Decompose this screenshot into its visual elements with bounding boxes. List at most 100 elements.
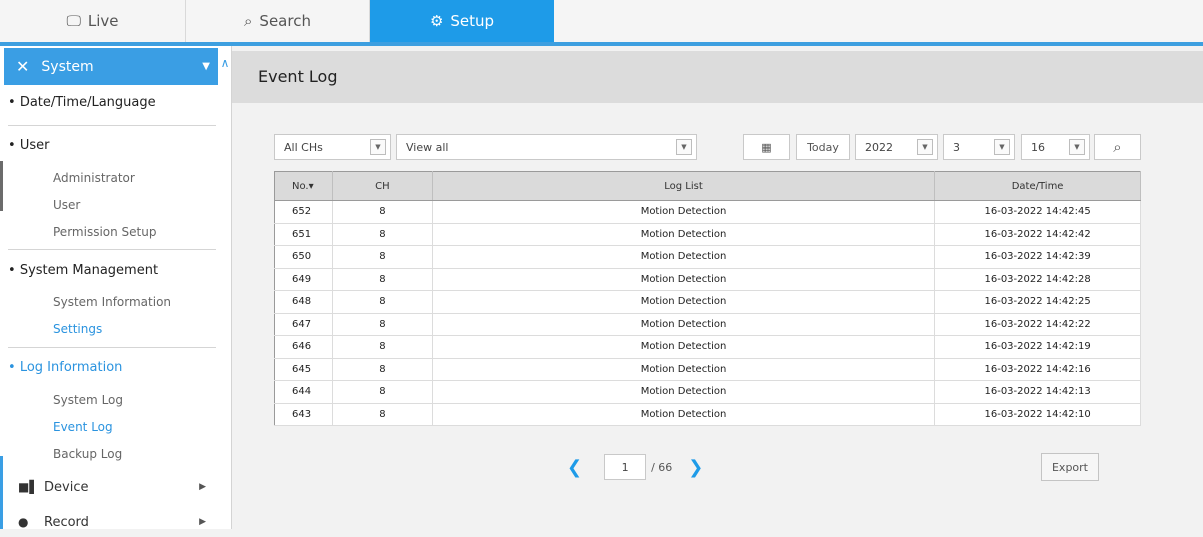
cell-datetime: 16-03-2022 14:42:28: [934, 268, 1141, 291]
cell-ch: 8: [332, 268, 433, 291]
section-date-time-language[interactable]: • Date/Time/Language: [8, 95, 156, 110]
table-row[interactable]: 651 8 Motion Detection 16-03-2022 14:42:42: [274, 223, 1141, 246]
cell-log: Motion Detection: [432, 200, 936, 224]
cell-log: Motion Detection: [432, 223, 936, 246]
divider: [8, 249, 216, 250]
table-row[interactable]: 650 8 Motion Detection 16-03-2022 14:42:39: [274, 245, 1141, 269]
cell-no: 647: [274, 313, 333, 336]
search-icon: ⌕: [1113, 138, 1122, 156]
table-row[interactable]: 647 8 Motion Detection 16-03-2022 14:42:22: [274, 313, 1141, 336]
sidebar-item-system-information[interactable]: System Information: [53, 295, 171, 309]
top-navigation: 🖵︎ Live ⌕ Search ⚙ Setup: [0, 0, 1203, 46]
month-select[interactable]: 3 ▼: [943, 134, 1015, 160]
cell-no: 644: [274, 380, 333, 404]
tools-icon: ✕: [16, 57, 30, 76]
cell-no: 649: [274, 268, 333, 291]
view-select[interactable]: View all ▼: [396, 134, 697, 160]
cell-no: 652: [274, 200, 333, 224]
column-header-date-time: Date/Time: [934, 171, 1141, 201]
section-label: Date/Time/Language: [19, 95, 156, 110]
sidebar-category-record[interactable]: ● Record ▶: [0, 507, 232, 537]
divider: [8, 125, 216, 126]
cell-ch: 8: [332, 200, 433, 224]
cell-datetime: 16-03-2022 14:42:42: [934, 223, 1141, 246]
cell-log: Motion Detection: [432, 245, 936, 269]
calendar-button[interactable]: ▦: [743, 134, 790, 160]
year-select[interactable]: 2022 ▼: [855, 134, 938, 160]
search-button[interactable]: ⌕: [1094, 134, 1141, 160]
gear-icon: ⚙: [429, 12, 444, 30]
sidebar-item-administrator[interactable]: Administrator: [53, 171, 135, 185]
cell-no: 646: [274, 335, 333, 359]
main-panel: Event Log All CHs ▼ View all ▼ ▦ Today 2…: [232, 46, 1203, 529]
table-row[interactable]: 644 8 Motion Detection 16-03-2022 14:42:13: [274, 380, 1141, 404]
day-select[interactable]: 16 ▼: [1021, 134, 1090, 160]
table-row[interactable]: 645 8 Motion Detection 16-03-2022 14:42:16: [274, 358, 1141, 381]
category-label: Device: [44, 479, 89, 495]
channel-select[interactable]: All CHs ▼: [274, 134, 391, 160]
cell-log: Motion Detection: [432, 403, 936, 426]
chevron-down-icon[interactable]: ▼: [917, 139, 933, 155]
divider: [8, 347, 216, 348]
tab-search[interactable]: ⌕ Search: [186, 0, 370, 42]
cell-ch: 8: [332, 223, 433, 246]
section-user[interactable]: • User: [8, 138, 49, 153]
sidebar-item-user[interactable]: User: [53, 198, 80, 212]
cell-datetime: 16-03-2022 14:42:45: [934, 200, 1141, 224]
section-system-management[interactable]: • System Management: [8, 263, 158, 278]
section-log-information[interactable]: • Log Information: [8, 360, 122, 375]
tab-search-label: Search: [259, 12, 311, 30]
cell-no: 643: [274, 403, 333, 426]
chevron-down-icon[interactable]: ▼: [994, 139, 1010, 155]
today-button-label: Today: [807, 140, 839, 154]
device-icon: ■▌: [18, 480, 39, 494]
cell-ch: 8: [332, 245, 433, 269]
channel-select-value: All CHs: [284, 140, 323, 154]
tab-live[interactable]: 🖵︎ Live: [0, 0, 186, 42]
page-title-bar: Event Log: [232, 51, 1203, 103]
table-row[interactable]: 649 8 Motion Detection 16-03-2022 14:42:28: [274, 268, 1141, 291]
cell-log: Motion Detection: [432, 313, 936, 336]
chevron-down-icon[interactable]: ▼: [676, 139, 692, 155]
table-row[interactable]: 652 8 Motion Detection 16-03-2022 14:42:45: [274, 200, 1141, 224]
tab-setup-label: Setup: [450, 12, 495, 30]
cell-log: Motion Detection: [432, 290, 936, 314]
column-header-no[interactable]: No.▾: [274, 171, 333, 201]
tab-setup[interactable]: ⚙ Setup: [370, 0, 554, 42]
search-icon: ⌕: [244, 12, 253, 30]
sidebar-category-device[interactable]: ■▌ Device ▶: [0, 472, 232, 502]
day-select-value: 16: [1031, 140, 1045, 154]
monitor-icon: 🖵︎: [66, 12, 81, 30]
column-header-log-list: Log List: [432, 171, 936, 201]
chevron-right-icon[interactable]: ❯: [688, 457, 703, 478]
table-row[interactable]: 646 8 Motion Detection 16-03-2022 14:42:19: [274, 335, 1141, 359]
sidebar-item-backup-log[interactable]: Backup Log: [53, 447, 122, 461]
sidebar-header-system[interactable]: ✕ System ▼: [4, 48, 218, 85]
page-number-input[interactable]: 1: [604, 454, 647, 480]
cell-datetime: 16-03-2022 14:42:13: [934, 380, 1141, 404]
month-select-value: 3: [953, 140, 960, 154]
today-button[interactable]: Today: [796, 134, 850, 160]
sidebar-item-event-log[interactable]: Event Log: [53, 420, 113, 434]
caret-down-icon: ▼: [202, 61, 210, 72]
cell-datetime: 16-03-2022 14:42:19: [934, 335, 1141, 359]
cell-no: 651: [274, 223, 333, 246]
section-label: System Management: [19, 263, 159, 278]
sidebar-item-system-log[interactable]: System Log: [53, 393, 123, 407]
scrollbar-indicator[interactable]: [0, 161, 3, 211]
table-row[interactable]: 648 8 Motion Detection 16-03-2022 14:42:25: [274, 290, 1141, 314]
chevron-left-icon[interactable]: ❮: [567, 457, 582, 478]
sidebar-item-settings[interactable]: Settings: [53, 322, 102, 336]
sidebar-item-permission-setup[interactable]: Permission Setup: [53, 225, 156, 239]
export-button[interactable]: Export: [1041, 453, 1099, 481]
table-row[interactable]: 643 8 Motion Detection 16-03-2022 14:42:10: [274, 403, 1141, 426]
cell-ch: 8: [332, 358, 433, 381]
cell-no: 650: [274, 245, 333, 269]
cell-no: 645: [274, 358, 333, 381]
cell-datetime: 16-03-2022 14:42:16: [934, 358, 1141, 381]
chevron-down-icon[interactable]: ▼: [1069, 139, 1085, 155]
chevron-down-icon[interactable]: ▼: [370, 139, 386, 155]
arrow-right-icon: ▶: [199, 517, 206, 527]
cell-ch: 8: [332, 380, 433, 404]
scroll-up-icon[interactable]: ∧: [219, 56, 231, 70]
